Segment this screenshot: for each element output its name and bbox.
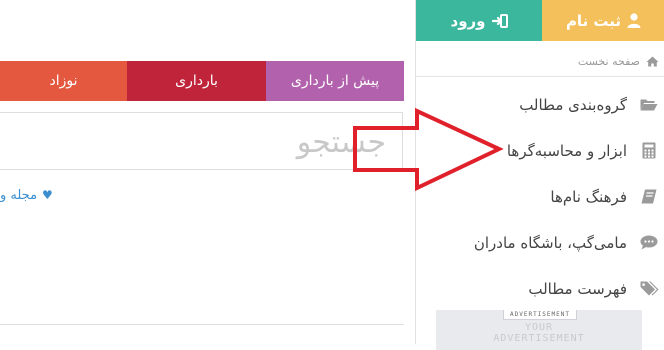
home-icon: [646, 56, 659, 66]
sidebar-menu: گروه‌بندی مطالب ابزار و محاسبه‌گرها: [416, 86, 664, 307]
calculator-icon: [637, 142, 661, 159]
folder-icon: [637, 98, 661, 111]
breadcrumb: صفحه نخست: [578, 52, 659, 70]
content-divider: [0, 324, 404, 325]
advertisement-text-line2: ADVERTISEMENT: [493, 333, 585, 344]
sidebar-item-label: ابزار و محاسبه‌گرها: [506, 141, 627, 160]
register-button[interactable]: ثبت نام: [542, 0, 664, 41]
search-input[interactable]: [24, 121, 388, 163]
search-box: [0, 112, 403, 170]
login-button[interactable]: ورود: [416, 0, 542, 41]
heart-icon: ♥: [42, 188, 53, 202]
advertisement-banner[interactable]: ADVERTISEMENT YOUR ADVERTISEMENT: [436, 310, 642, 350]
sidebar: ورود ثبت نام صفحه نخست گروه‌بندی مطالب: [415, 0, 664, 350]
tags-icon: [637, 281, 661, 296]
sidebar-item-label: فرهنگ نام‌ها: [550, 187, 627, 206]
advertisement-text-line1: YOUR: [524, 322, 554, 333]
tab-pregnancy[interactable]: بارداری: [127, 61, 266, 101]
auth-buttons: ورود ثبت نام: [416, 0, 664, 41]
magazine-link[interactable]: ♥ مجله و: [0, 185, 53, 205]
sidebar-item-label: گروه‌بندی مطالب: [519, 95, 627, 114]
sidebar-item-mommygap[interactable]: مامی‌گپ، باشگاه مادران: [416, 224, 664, 261]
breadcrumb-home[interactable]: صفحه نخست: [578, 55, 640, 68]
tab-pre-pregnancy[interactable]: پیش از بارداری: [266, 61, 404, 101]
sidebar-item-tools[interactable]: ابزار و محاسبه‌گرها: [416, 132, 664, 169]
sidebar-item-names[interactable]: فرهنگ نام‌ها: [416, 178, 664, 215]
tab-newborn[interactable]: نوزاد: [0, 61, 127, 101]
register-label: ثبت نام: [565, 11, 622, 30]
login-label: ورود: [450, 11, 486, 30]
sidebar-item-label: مامی‌گپ، باشگاه مادران: [473, 233, 627, 252]
magazine-link-label: مجله و: [0, 187, 38, 203]
sidebar-item-label: فهرست مطالب: [528, 279, 627, 298]
sidebar-item-categories[interactable]: گروه‌بندی مطالب: [416, 86, 664, 123]
sidebar-item-index[interactable]: فهرست مطالب: [416, 270, 664, 307]
breadcrumb-divider: [416, 76, 664, 77]
advertisement-tag: ADVERTISEMENT: [503, 310, 577, 320]
user-icon: [627, 13, 641, 28]
sign-in-icon: [491, 13, 508, 28]
category-tabs: نوزاد بارداری پیش از بارداری: [0, 61, 404, 101]
chat-icon: [637, 235, 661, 250]
book-icon: [637, 189, 661, 204]
